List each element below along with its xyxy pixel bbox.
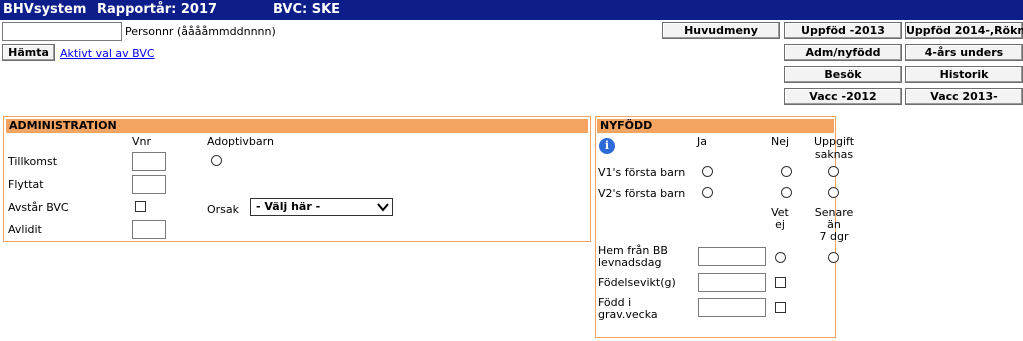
uppgift-header-2: saknas <box>814 148 854 161</box>
avlidit-label: Avlidit <box>8 223 42 236</box>
senare-header-3: 7 dgr <box>819 230 849 243</box>
app-title: BHVsystem <box>3 2 87 17</box>
nyfodd-title: NYFÖDD <box>597 119 834 133</box>
aktivt-val-link[interactable]: Aktivt val av BVC <box>60 47 155 60</box>
historik-button[interactable]: Historik <box>905 66 1023 83</box>
avstar-label: Avstår BVC <box>8 201 69 214</box>
fodelsevikt-vet-ej-checkbox[interactable] <box>775 277 786 288</box>
fodd-label-2: grav.vecka <box>598 308 658 321</box>
uppfod-2013-button[interactable]: Uppföd -2013 <box>784 22 902 39</box>
flyttat-label: Flyttat <box>8 178 44 191</box>
vet-ej-header-2: ej <box>775 218 785 231</box>
adoptivbarn-radio[interactable] <box>211 155 222 166</box>
tillkomst-label: Tillkomst <box>8 155 58 168</box>
v2-uppgift-saknas-radio[interactable] <box>828 187 839 198</box>
v2-label: V2's första barn <box>598 187 686 200</box>
besok-button[interactable]: Besök <box>784 66 902 83</box>
hem-label-2: levnadsdag <box>598 256 662 269</box>
hamta-button[interactable]: Hämta <box>2 44 55 61</box>
administration-title: ADMINISTRATION <box>6 119 588 133</box>
bvc-name: BVC: SKE <box>273 2 341 17</box>
uppfod-2014-button[interactable]: Uppföd 2014-,Rökn <box>905 22 1023 39</box>
personnr-label: Personnr (ååååmmddnnnn) <box>125 25 276 38</box>
v1-label: V1's första barn <box>598 166 686 179</box>
avstar-checkbox[interactable] <box>135 201 146 212</box>
v2-ja-radio[interactable] <box>702 187 713 198</box>
v1-nej-radio[interactable] <box>781 166 792 177</box>
personnr-input[interactable] <box>2 22 122 41</box>
fodelsevikt-input[interactable] <box>698 273 766 292</box>
top-bar: BHVsystem Rapportår: 2017 BVC: SKE <box>0 0 1023 20</box>
vacc-2013-button[interactable]: Vacc 2013- <box>905 88 1023 105</box>
adoptivbarn-header: Adoptivbarn <box>207 135 274 148</box>
chevron-down-icon <box>377 203 389 212</box>
ja-header: Ja <box>697 135 707 148</box>
vnr-header: Vnr <box>132 135 152 148</box>
info-icon[interactable]: i <box>599 138 615 154</box>
hem-levnadsdag-input[interactable] <box>698 247 766 266</box>
hem-senare-radio[interactable] <box>828 252 839 263</box>
fodelsevikt-label: Födelsevikt(g) <box>598 276 676 289</box>
orsak-select-value: - Välj här - <box>256 200 321 213</box>
tillkomst-vnr-input[interactable] <box>132 152 166 171</box>
avlidit-vnr-input[interactable] <box>132 220 166 239</box>
hem-vet-ej-radio[interactable] <box>775 252 786 263</box>
vacc-2012-button[interactable]: Vacc -2012 <box>784 88 902 105</box>
orsak-label: Orsak <box>207 203 240 216</box>
orsak-select[interactable]: - Välj här - <box>250 198 393 216</box>
fyra-ars-button[interactable]: 4-års unders <box>905 44 1023 61</box>
uppgift-header-1: Uppgift <box>813 135 855 148</box>
adm-nyfodd-button[interactable]: Adm/nyfödd <box>784 44 902 61</box>
administration-panel <box>3 116 591 242</box>
huvudmeny-button[interactable]: Huvudmeny <box>662 22 780 39</box>
graviditetsvecka-input[interactable] <box>698 298 766 317</box>
v1-uppgift-saknas-radio[interactable] <box>828 166 839 177</box>
v2-nej-radio[interactable] <box>781 187 792 198</box>
nej-header: Nej <box>771 135 790 148</box>
report-year: Rapportår: 2017 <box>97 2 218 17</box>
v1-ja-radio[interactable] <box>702 166 713 177</box>
graviditetsvecka-vet-ej-checkbox[interactable] <box>775 302 786 313</box>
flyttat-vnr-input[interactable] <box>132 175 166 194</box>
